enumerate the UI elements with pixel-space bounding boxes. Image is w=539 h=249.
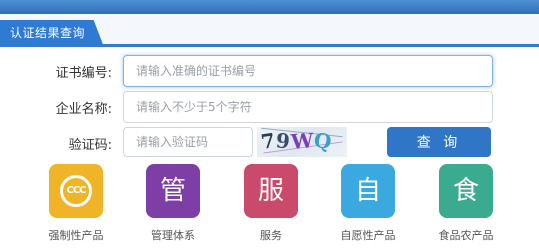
- captcha-label: 验证码:: [68, 138, 112, 153]
- voluntary-icon: 自: [341, 164, 395, 218]
- ccc-icon: CCC: [49, 164, 103, 218]
- top-header-bar: [0, 0, 539, 14]
- category-label: 管理体系: [151, 229, 195, 242]
- food-icon: 食: [439, 164, 493, 218]
- category-label: 服务: [260, 229, 282, 242]
- category-label: 食品农产品: [438, 229, 494, 242]
- captcha-image[interactable]: 79WQ: [257, 127, 347, 157]
- management-icon: 管: [146, 164, 200, 218]
- cert-number-input[interactable]: [123, 55, 493, 87]
- category-compulsory-products[interactable]: CCC 强制性产品: [40, 164, 112, 243]
- category-food-agricultural[interactable]: 食 食品农产品: [430, 164, 502, 243]
- category-label: 自愿性产品: [340, 229, 396, 242]
- tab-cert-result-query[interactable]: 认证结果查询: [0, 20, 104, 47]
- cert-number-label: 证书编号:: [55, 66, 112, 81]
- category-label: 强制性产品: [48, 229, 104, 242]
- company-name-input[interactable]: [123, 91, 493, 123]
- category-voluntary-products[interactable]: 自 自愿性产品: [332, 164, 404, 243]
- category-management-system[interactable]: 管 管理体系: [137, 164, 209, 243]
- captcha-char: Q: [312, 127, 335, 155]
- captcha-input[interactable]: [123, 127, 253, 157]
- company-name-label: 企业名称:: [55, 102, 112, 117]
- ccc-mark: CCC: [60, 175, 92, 207]
- service-icon: 服: [244, 164, 298, 218]
- query-button[interactable]: 查 询: [387, 127, 491, 157]
- category-service[interactable]: 服 服务: [235, 164, 307, 243]
- captcha-code: 79WQ: [259, 127, 335, 155]
